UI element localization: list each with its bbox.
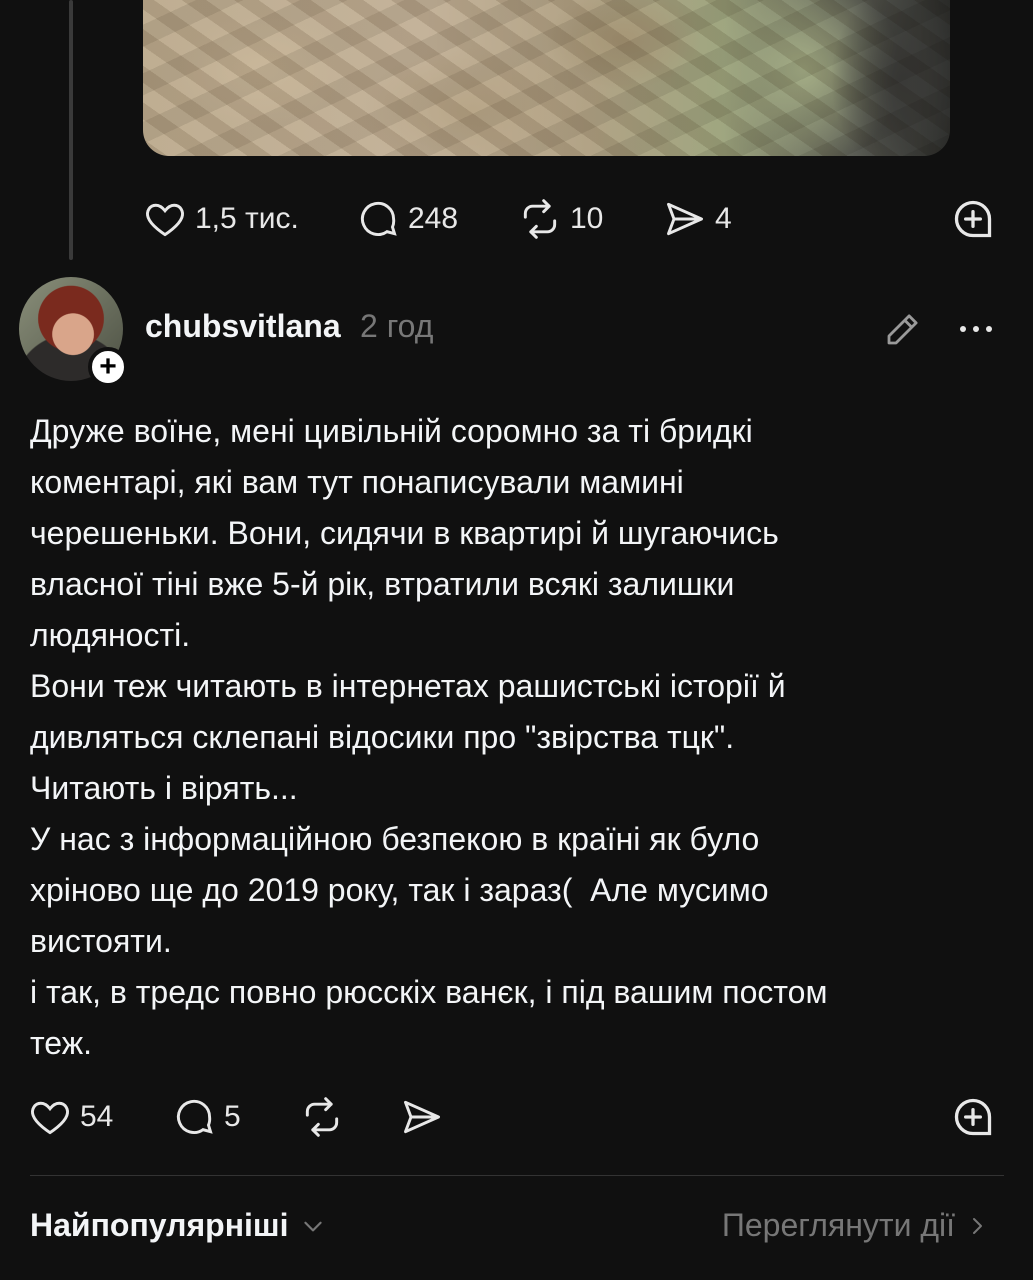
repost-icon <box>305 1097 339 1137</box>
post-text: Друже воїне, мені цивільній соромно за т… <box>30 413 828 1061</box>
comment-bubble-icon <box>176 1099 213 1134</box>
reply-comment-count: 5 <box>224 1100 241 1133</box>
sort-dropdown[interactable]: Найпопулярніші <box>30 1207 326 1244</box>
like-button[interactable]: 1,5 тис. <box>143 189 299 249</box>
save-button[interactable] <box>951 189 995 249</box>
share-button[interactable]: 4 <box>663 189 732 249</box>
comment-bubble-icon <box>360 201 397 236</box>
more-dots-icon[interactable] <box>956 314 996 344</box>
heart-icon <box>146 203 184 237</box>
post-time: 2 год <box>360 308 434 344</box>
reply-comment-button[interactable]: 5 <box>172 1087 241 1147</box>
chevron-right-icon <box>973 1217 982 1234</box>
repost-button[interactable]: 10 <box>518 189 603 249</box>
comment-count: 248 <box>408 202 459 235</box>
add-circle-icon <box>954 200 992 238</box>
divider <box>30 1175 1004 1176</box>
send-icon <box>404 1100 440 1134</box>
pencil-icon[interactable] <box>882 308 924 350</box>
send-icon <box>667 202 703 236</box>
heart-icon <box>31 1101 69 1135</box>
view-activity-label: Переглянути дії <box>721 1207 955 1243</box>
chevron-down-icon <box>304 1221 323 1231</box>
post-media-image[interactable] <box>143 0 950 156</box>
reply-like-count: 54 <box>80 1100 114 1133</box>
view-activity-link[interactable]: Переглянути дії <box>722 1207 989 1244</box>
reply-save-button[interactable] <box>951 1087 995 1147</box>
add-circle-icon <box>954 1098 992 1136</box>
reply-like-button[interactable]: 54 <box>28 1087 113 1147</box>
reply-share-button[interactable] <box>400 1087 444 1147</box>
repost-icon <box>523 199 557 239</box>
reply-actions: 54 5 <box>0 1087 1033 1147</box>
sort-label: Найпопулярніші <box>30 1207 289 1243</box>
username[interactable]: chubsvitlana <box>145 308 341 345</box>
share-count: 4 <box>715 202 732 235</box>
repost-count: 10 <box>570 202 604 235</box>
comment-button[interactable]: 248 <box>356 189 458 249</box>
reply-repost-button[interactable] <box>300 1087 344 1147</box>
like-count: 1,5 тис. <box>195 202 299 235</box>
top-post-actions: 1,5 тис. 248 10 4 <box>0 189 1033 249</box>
follow-plus-icon[interactable]: + <box>88 347 128 387</box>
